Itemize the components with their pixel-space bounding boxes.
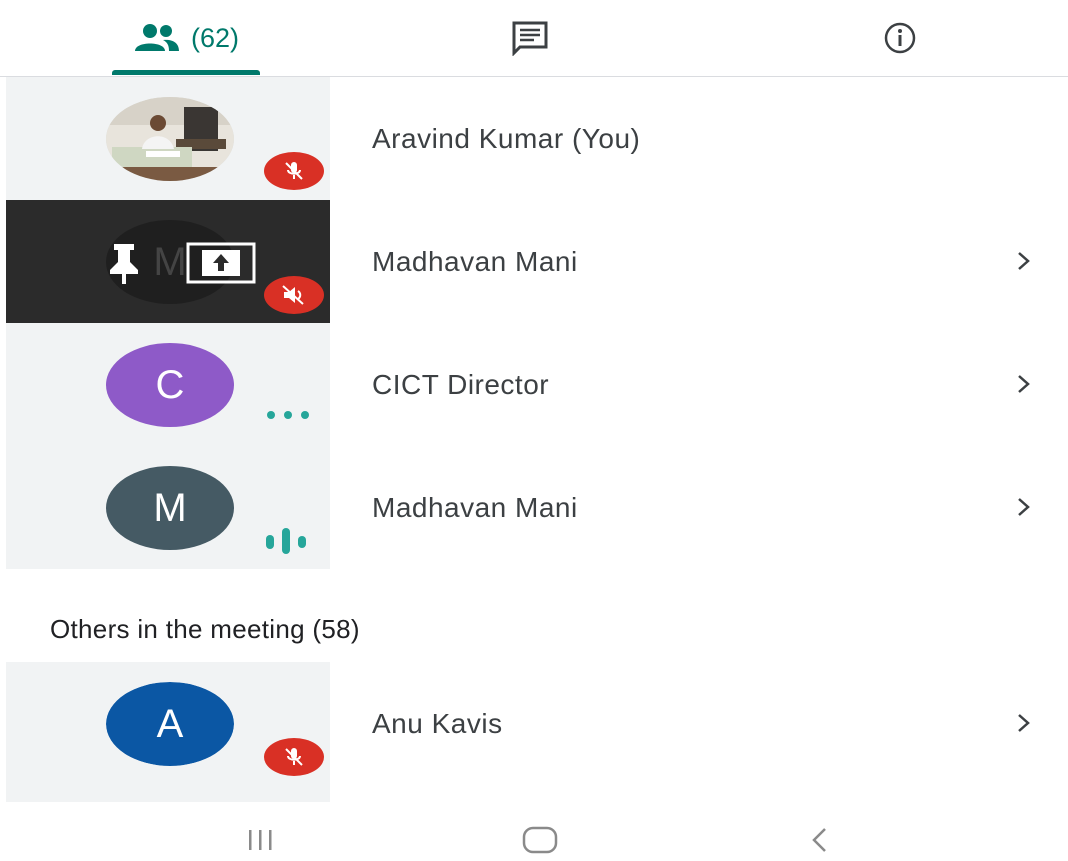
participant-tile: C — [6, 323, 330, 446]
speaking-indicator-icon — [266, 528, 306, 554]
avatar-letter: C — [155, 362, 185, 407]
participant-name: Anu Kavis — [372, 708, 503, 739]
avatar-letter: M — [153, 239, 187, 284]
avatar: A — [106, 682, 234, 766]
presenting-icon — [186, 242, 256, 284]
participant-name: Madhavan Mani — [372, 246, 578, 277]
avatar-photo — [106, 97, 234, 181]
others-section-title: Others in the meeting (58) — [50, 614, 360, 644]
mic-off-badge — [264, 152, 324, 190]
chevron-right-icon[interactable] — [1012, 711, 1036, 735]
people-icon — [134, 24, 179, 51]
info-icon — [884, 22, 916, 54]
home-button[interactable] — [500, 818, 580, 861]
participant-name: Madhavan Mani — [372, 492, 578, 523]
back-icon — [812, 827, 826, 852]
mic-off-icon — [285, 162, 303, 180]
back-button[interactable] — [780, 818, 860, 861]
tab-info[interactable] — [850, 0, 950, 76]
participant-row[interactable]: A Anu Kavis — [0, 662, 1068, 802]
participant-row[interactable]: C CICT Director — [0, 323, 1068, 446]
avatar: C — [106, 343, 234, 427]
avatar: M — [106, 466, 234, 550]
participant-tile: M — [6, 446, 330, 569]
mic-off-badge — [264, 738, 324, 776]
home-icon — [522, 826, 558, 853]
avatar-letter: M — [153, 485, 187, 530]
chevron-right-icon[interactable] — [1012, 372, 1036, 396]
avatar-letter: A — [156, 701, 184, 746]
mic-off-badge — [264, 276, 324, 314]
connecting-dots-icon — [267, 411, 309, 419]
participant-name: Aravind Kumar (You) — [372, 123, 641, 154]
system-navigation-bar — [0, 818, 1068, 861]
avatar — [106, 97, 234, 181]
pin-icon[interactable] — [100, 242, 148, 284]
active-tab-indicator — [112, 70, 260, 75]
recent-apps-button[interactable] — [220, 818, 300, 861]
participant-row[interactable]: M Madhavan Mani — [0, 200, 1068, 323]
participant-row[interactable]: M Madhavan Mani — [0, 446, 1068, 569]
participant-count: (62) — [190, 22, 239, 53]
recent-apps-icon — [249, 829, 272, 850]
participant-name: CICT Director — [372, 369, 550, 400]
participant-tile: M — [6, 200, 330, 323]
participant-row[interactable]: Aravind Kumar (You) — [0, 77, 1068, 200]
tab-people[interactable]: (62) — [112, 0, 260, 76]
chevron-right-icon[interactable] — [1012, 495, 1036, 519]
chevron-right-icon[interactable] — [1012, 249, 1036, 273]
mic-off-icon — [282, 285, 304, 305]
tab-bar: (62) — [0, 0, 1068, 77]
participant-tile — [6, 77, 330, 200]
chat-icon — [512, 21, 548, 56]
participant-tile: A — [6, 662, 330, 802]
mic-off-icon — [285, 748, 303, 766]
tab-chat[interactable] — [480, 0, 580, 76]
